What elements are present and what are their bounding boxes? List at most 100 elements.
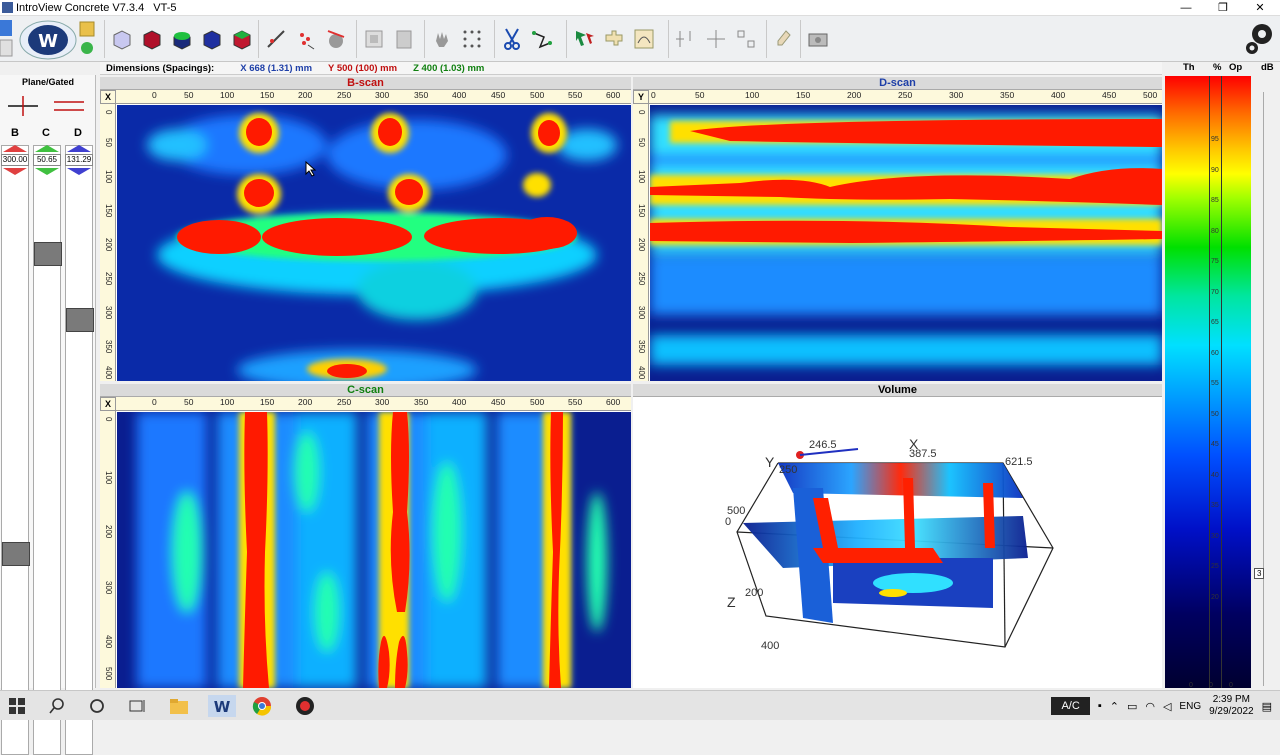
bscan-ytick: 200 [104, 238, 113, 252]
scatter-points-icon[interactable] [458, 22, 485, 56]
dscan-xtick: 100 [745, 90, 760, 100]
grid-move-icon[interactable] [702, 22, 729, 56]
volume-3d-view[interactable] [633, 398, 1162, 688]
bscan-ytick: 400 [104, 366, 113, 380]
select-arrows-icon[interactable] [570, 22, 597, 56]
cube-view-icon[interactable] [108, 22, 135, 56]
plane-b-up-arrow[interactable] [3, 145, 27, 152]
search-icon[interactable] [46, 695, 68, 717]
close-button[interactable]: ✕ [1240, 0, 1280, 16]
windows-start-icon[interactable] [6, 695, 28, 717]
cscan-image[interactable] [117, 412, 631, 688]
clock[interactable]: 2:39 PM 9/29/2022 [1209, 694, 1254, 718]
colorbar-db-scale[interactable]: 3 [1254, 92, 1275, 686]
file-explorer-icon[interactable] [168, 695, 190, 717]
grid-cross-icon[interactable] [672, 22, 699, 56]
colorbar-level: 40 [1211, 471, 1219, 479]
region-icon[interactable] [630, 22, 657, 56]
wifi-icon[interactable]: ◠ [1145, 700, 1155, 713]
clock-time: 2:39 PM [1212, 694, 1250, 705]
marker-dots-icon[interactable] [292, 22, 319, 56]
colorbar-db-header: dB [1261, 62, 1274, 73]
dscan-x-ruler: 0 50 100 150 200 250 300 350 400 450 500 [649, 90, 1162, 104]
settings-gear-icon[interactable] [1242, 20, 1278, 58]
dscan-image[interactable] [650, 105, 1162, 381]
plane-d-down-arrow[interactable] [67, 168, 91, 175]
hand-tool-icon[interactable] [428, 22, 455, 56]
plane-b-knob[interactable] [2, 542, 30, 566]
toolbar-group-measure [494, 20, 558, 58]
cscan-ytick: 0 [104, 417, 113, 422]
grid-box-icon[interactable] [732, 22, 759, 56]
tray-extra-icon[interactable]: ▪ [1098, 700, 1102, 712]
dscan-title: D-scan [633, 77, 1162, 90]
clear-marker-icon[interactable] [322, 22, 349, 56]
polyline-icon[interactable] [528, 22, 555, 56]
color-scale-gradient[interactable] [1165, 76, 1251, 688]
minimize-button[interactable]: — [1166, 0, 1206, 16]
dimensions-bar: Dimensions (Spacings): X 668 (1.31) mm Y… [100, 62, 1162, 75]
chrome-icon[interactable] [251, 695, 273, 717]
app-red-icon[interactable] [294, 695, 316, 717]
plane-c-value[interactable]: 50.65 [33, 154, 61, 166]
dscan-panel: D-scan Y 0 50 100 150 200 250 300 350 40… [633, 77, 1162, 381]
colorbar-threshold-line[interactable] [1209, 76, 1210, 688]
plane-b-slider[interactable] [1, 145, 30, 755]
volume-label-0: 0 [725, 516, 732, 528]
dscan-y-ruler: 0 50 100 150 200 250 300 350 400 [633, 104, 649, 381]
plane-d-slider[interactable] [65, 145, 94, 755]
cscan-y-ruler: 0 100 200 300 400 500 [100, 411, 116, 688]
colorbar-bottom-right: 0 [1229, 682, 1233, 689]
clipboard-icon[interactable] [390, 22, 417, 56]
bscan-ytick: 100 [104, 170, 113, 184]
scissors-icon[interactable] [498, 22, 525, 56]
frame-select-icon[interactable] [360, 22, 387, 56]
tray-chevron-icon[interactable]: ⌃ [1110, 700, 1119, 713]
cscan-x-ruler: 0 50 100 150 200 250 300 350 400 450 500… [116, 397, 631, 411]
cscan-xtick: 600 [606, 397, 621, 407]
bscan-image[interactable] [117, 105, 631, 381]
plane-c-down-arrow[interactable] [35, 168, 59, 175]
maximize-button[interactable]: ❐ [1203, 0, 1243, 16]
task-view-icon[interactable] [126, 695, 148, 717]
plane-d-up-arrow[interactable] [67, 145, 91, 152]
blue-cube-icon[interactable] [198, 22, 225, 56]
plane-d-knob[interactable] [66, 308, 94, 332]
red-cube-icon[interactable] [138, 22, 165, 56]
volume-label-2465: 246.5 [809, 439, 837, 451]
battery-icon[interactable]: ▭ [1127, 700, 1137, 713]
dscan-xtick: 350 [1000, 90, 1015, 100]
dscan-ytick: 200 [637, 238, 646, 252]
colorbar-op-line[interactable] [1221, 76, 1222, 688]
plane-c-up-arrow[interactable] [35, 145, 59, 152]
plane-d-value[interactable]: 131.29 [65, 154, 93, 166]
svg-text:W: W [38, 31, 58, 52]
cscan-title: C-scan [100, 384, 631, 397]
device-icon[interactable] [804, 22, 831, 56]
volume-icon[interactable]: ◁ [1163, 700, 1171, 713]
volume-cube-icon[interactable] [228, 22, 255, 56]
volume-label-250: 250 [779, 464, 798, 476]
introview-taskbar-icon[interactable]: W [208, 695, 236, 717]
toolbar-group-markers [258, 20, 352, 58]
cortana-icon[interactable] [86, 695, 108, 717]
gated-lines-icon[interactable] [52, 93, 86, 119]
colorbar-marker[interactable]: 3 [1254, 568, 1265, 579]
colorbar-level: 20 [1211, 593, 1219, 601]
language-indicator[interactable]: ENG [1179, 701, 1201, 712]
plane-b-value[interactable]: 300.00 [1, 154, 29, 166]
ac-indicator[interactable]: A/C [1051, 697, 1090, 715]
bscan-ytick: 150 [104, 204, 113, 218]
plane-c-slider[interactable] [33, 145, 62, 755]
pointer-pencil-icon[interactable] [262, 22, 289, 56]
plane-cross-icon[interactable] [6, 93, 40, 119]
brush-icon[interactable] [770, 22, 797, 56]
green-slice-icon[interactable] [168, 22, 195, 56]
notifications-icon[interactable]: ▤ [1262, 700, 1272, 713]
plane-b-down-arrow[interactable] [3, 168, 27, 175]
puzzle-icon[interactable] [600, 22, 627, 56]
app-logo[interactable]: W [0, 18, 98, 60]
plane-c-knob[interactable] [34, 242, 62, 266]
colorbar-level: 65 [1211, 319, 1219, 326]
dimension-x: X 668 (1.31) mm [240, 62, 313, 74]
